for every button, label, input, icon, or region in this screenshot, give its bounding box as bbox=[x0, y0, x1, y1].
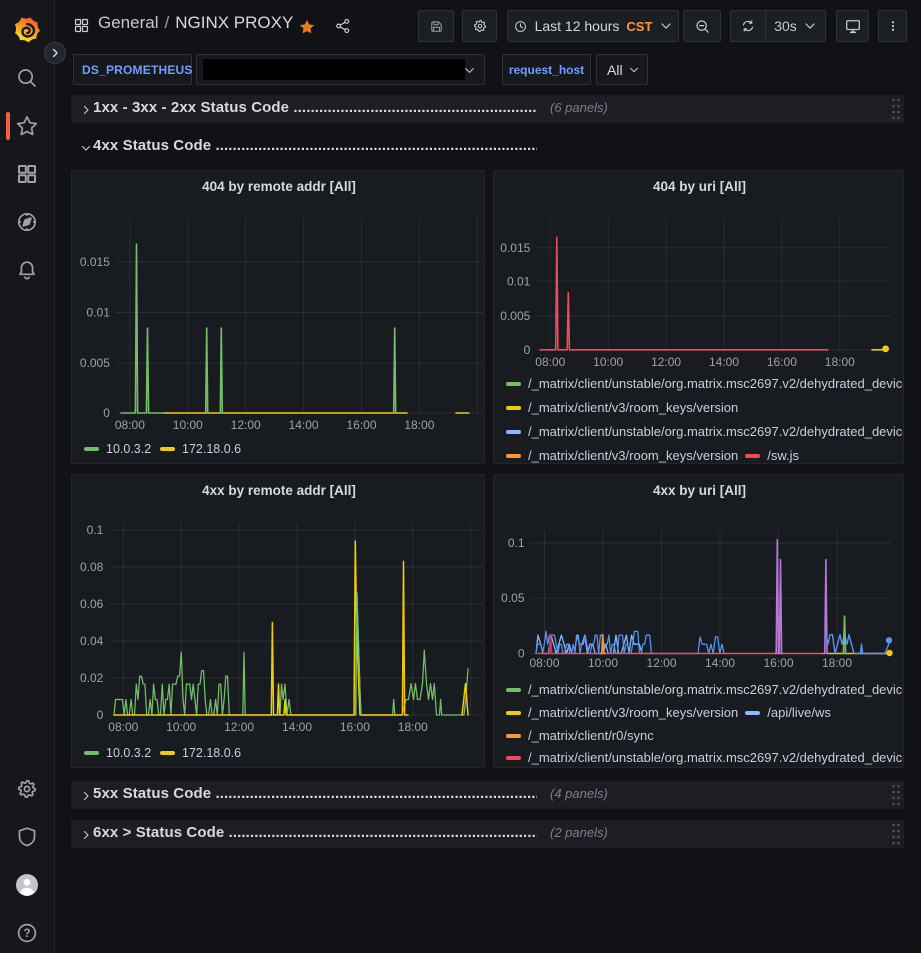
svg-text:18:00: 18:00 bbox=[398, 720, 428, 734]
svg-text:08:00: 08:00 bbox=[115, 418, 145, 432]
svg-text:18:00: 18:00 bbox=[404, 418, 434, 432]
svg-text:12:00: 12:00 bbox=[224, 720, 254, 734]
svg-text:10:00: 10:00 bbox=[588, 656, 618, 670]
svg-text:14:00: 14:00 bbox=[282, 720, 312, 734]
svg-text:16:00: 16:00 bbox=[767, 355, 797, 369]
svg-text:14:00: 14:00 bbox=[289, 418, 319, 432]
svg-text:0.015: 0.015 bbox=[80, 255, 110, 269]
svg-text:0: 0 bbox=[524, 343, 531, 357]
svg-text:18:00: 18:00 bbox=[825, 355, 855, 369]
svg-text:16:00: 16:00 bbox=[340, 720, 370, 734]
svg-text:12:00: 12:00 bbox=[651, 355, 681, 369]
svg-text:10:00: 10:00 bbox=[593, 355, 623, 369]
svg-text:16:00: 16:00 bbox=[346, 418, 376, 432]
svg-text:08:00: 08:00 bbox=[535, 355, 565, 369]
svg-text:14:00: 14:00 bbox=[705, 656, 735, 670]
svg-text:18:00: 18:00 bbox=[822, 656, 852, 670]
svg-text:0.06: 0.06 bbox=[80, 597, 104, 611]
svg-text:0.01: 0.01 bbox=[87, 306, 111, 320]
svg-text:10:00: 10:00 bbox=[166, 720, 196, 734]
svg-text:0: 0 bbox=[518, 647, 525, 661]
svg-text:0.08: 0.08 bbox=[80, 560, 104, 574]
svg-text:0.1: 0.1 bbox=[87, 523, 104, 537]
svg-text:0.04: 0.04 bbox=[80, 634, 104, 648]
svg-text:0.05: 0.05 bbox=[501, 591, 525, 605]
svg-text:08:00: 08:00 bbox=[108, 720, 138, 734]
svg-text:?: ? bbox=[23, 928, 30, 940]
svg-text:16:00: 16:00 bbox=[763, 656, 793, 670]
svg-text:0: 0 bbox=[103, 406, 110, 420]
svg-text:12:00: 12:00 bbox=[231, 418, 261, 432]
svg-text:0.005: 0.005 bbox=[80, 356, 110, 370]
svg-text:14:00: 14:00 bbox=[709, 355, 739, 369]
svg-text:10:00: 10:00 bbox=[173, 418, 203, 432]
svg-text:0.1: 0.1 bbox=[508, 536, 525, 550]
svg-text:0.015: 0.015 bbox=[500, 241, 530, 255]
svg-text:0.005: 0.005 bbox=[500, 309, 530, 323]
svg-text:08:00: 08:00 bbox=[529, 656, 559, 670]
svg-text:0: 0 bbox=[97, 708, 104, 722]
svg-text:0.02: 0.02 bbox=[80, 671, 104, 685]
svg-text:0.01: 0.01 bbox=[507, 274, 531, 288]
svg-text:12:00: 12:00 bbox=[646, 656, 676, 670]
